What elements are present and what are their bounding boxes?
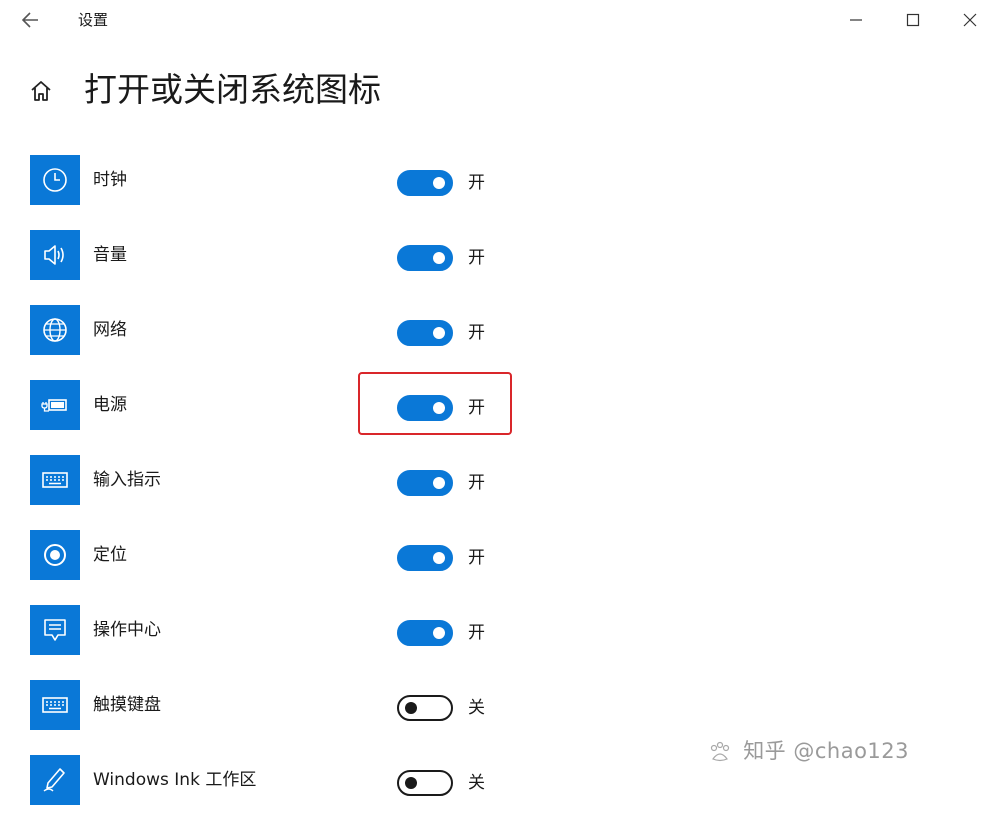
setting-row-location: 定位 开: [0, 530, 1000, 605]
location-icon: [44, 544, 66, 566]
setting-row-input-indicator: 输入指示 开: [0, 455, 1000, 530]
minimize-button[interactable]: [844, 8, 868, 32]
toggle-knob: [433, 627, 445, 639]
toggle-knob: [433, 177, 445, 189]
keyboard-icon: [42, 472, 68, 488]
location-toggle[interactable]: [397, 545, 453, 571]
volume-toggle[interactable]: [397, 245, 453, 271]
power-battery-icon: [41, 399, 67, 412]
setting-label: 定位: [93, 545, 127, 565]
power-tile: [30, 380, 80, 430]
action-center-icon: [44, 619, 66, 641]
clock-toggle[interactable]: [397, 170, 453, 196]
touch-keyboard-icon: [42, 697, 68, 713]
network-toggle[interactable]: [397, 320, 453, 346]
volume-tile: [30, 230, 80, 280]
setting-label: 触摸键盘: [93, 695, 161, 715]
touch-keyboard-tile: [30, 680, 80, 730]
title-bar: 设置: [0, 0, 1000, 40]
toggle-state-text: 开: [468, 548, 485, 568]
setting-row-action-center: 操作中心 开: [0, 605, 1000, 680]
clock-icon: [43, 168, 67, 192]
toggle-knob: [433, 552, 445, 564]
setting-label: 时钟: [93, 170, 127, 190]
close-button[interactable]: [958, 8, 982, 32]
setting-row-windows-ink: Windows Ink 工作区 关: [0, 755, 1000, 830]
app-title: 设置: [78, 11, 109, 29]
toggle-knob: [405, 777, 417, 789]
setting-row-volume: 音量 开: [0, 230, 1000, 305]
close-icon: [963, 13, 977, 27]
setting-label: 输入指示: [93, 470, 161, 490]
arrow-left-icon: [21, 12, 38, 28]
action-center-toggle[interactable]: [397, 620, 453, 646]
toggle-knob: [405, 702, 417, 714]
maximize-button[interactable]: [901, 8, 925, 32]
touch-keyboard-toggle[interactable]: [397, 695, 453, 721]
page-title: 打开或关闭系统图标: [84, 70, 381, 109]
windows-ink-toggle[interactable]: [397, 770, 453, 796]
toggle-knob: [433, 477, 445, 489]
network-globe-icon: [43, 318, 67, 342]
action-center-tile: [30, 605, 80, 655]
paw-logo-icon: [710, 741, 730, 762]
minimize-icon: [850, 19, 862, 21]
watermark-text: 知乎 @chao123: [743, 739, 910, 763]
windows-ink-pen-icon: [43, 768, 65, 792]
setting-label: 操作中心: [93, 620, 161, 640]
clock-tile: [30, 155, 80, 205]
toggle-state-text: 开: [468, 473, 485, 493]
toggle-state-text: 关: [468, 698, 485, 718]
toggle-state-text: 开: [468, 248, 485, 268]
page-header: 打开或关闭系统图标: [0, 60, 1000, 120]
toggle-state-text: 关: [468, 773, 485, 793]
home-button[interactable]: [28, 78, 54, 104]
back-button[interactable]: [18, 8, 44, 32]
toggle-state-text: 开: [468, 323, 485, 343]
toggle-state-text: 开: [468, 173, 485, 193]
toggle-knob: [433, 327, 445, 339]
setting-row-network: 网络 开: [0, 305, 1000, 380]
setting-label: 网络: [93, 320, 127, 340]
maximize-icon: [906, 13, 920, 27]
volume-icon: [44, 245, 64, 265]
setting-label: Windows Ink 工作区: [93, 770, 257, 790]
input-indicator-toggle[interactable]: [397, 470, 453, 496]
network-tile: [30, 305, 80, 355]
setting-label: 音量: [93, 245, 127, 265]
location-tile: [30, 530, 80, 580]
windows-ink-tile: [30, 755, 80, 805]
setting-label: 电源: [93, 395, 127, 415]
home-icon: [31, 81, 51, 101]
setting-row-clock: 时钟 开: [0, 155, 1000, 230]
highlight-annotation-box: [358, 372, 512, 435]
input-indicator-tile: [30, 455, 80, 505]
watermark: 知乎 @chao123: [708, 738, 909, 764]
toggle-knob: [433, 252, 445, 264]
system-icons-list: 时钟 开 音量 开 网络 开 电源 开 输入指示 开 定位 开 操作中心 开 触…: [0, 155, 1000, 830]
toggle-state-text: 开: [468, 623, 485, 643]
